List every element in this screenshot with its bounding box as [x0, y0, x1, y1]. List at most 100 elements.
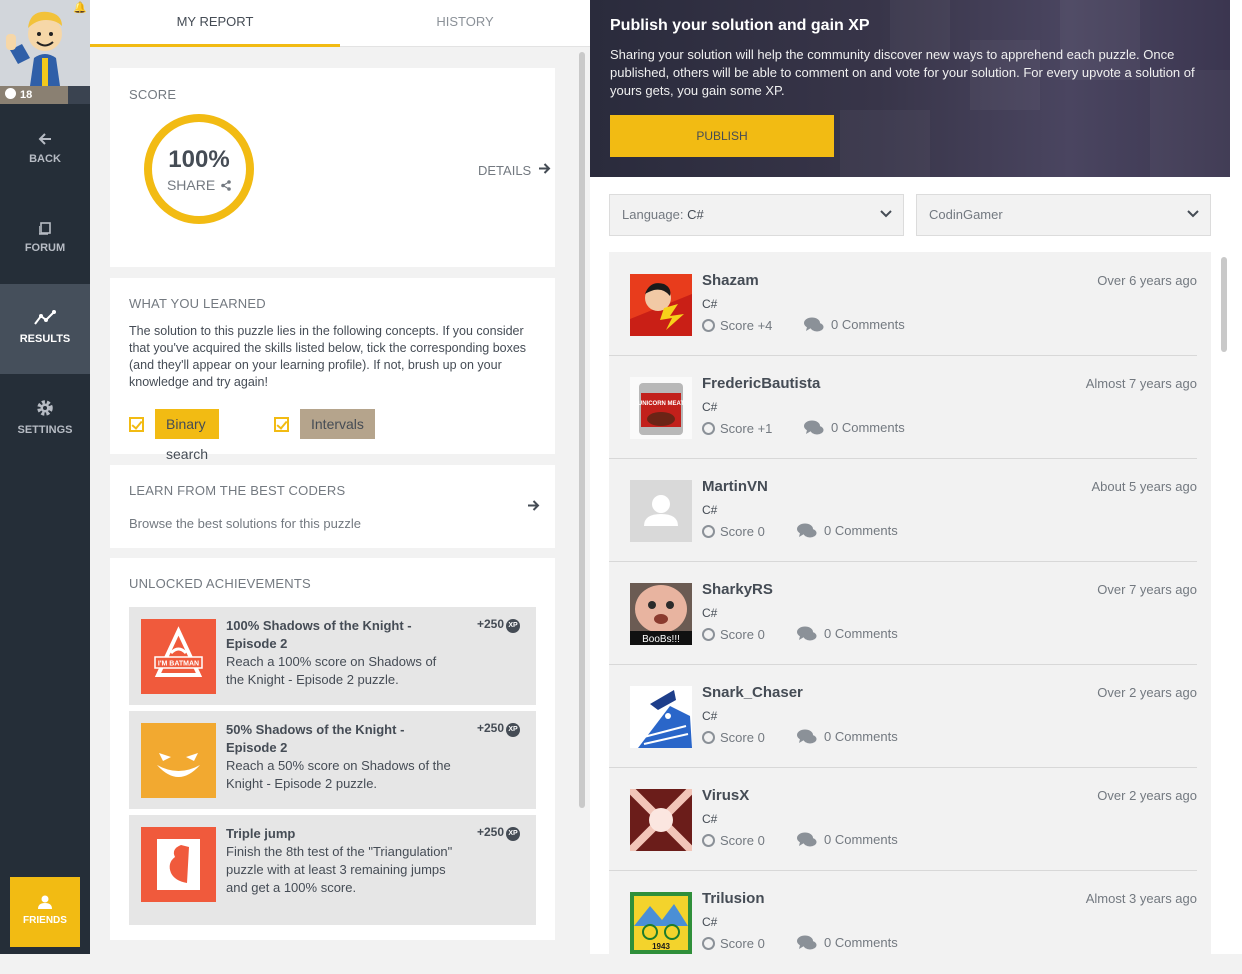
svg-text:BooBs!!!: BooBs!!! [642, 634, 680, 645]
report-panel: MY REPORT HISTORY SCORE 100% SHARE DETAI… [90, 0, 590, 954]
nav-forum[interactable]: FORUM [0, 204, 90, 294]
solution-date: Over 2 years ago [1097, 788, 1197, 803]
score-title: SCORE [129, 87, 177, 102]
learn-best-subtitle: Browse the best solutions for this puzzl… [129, 516, 361, 531]
publish-button[interactable]: PUBLISH [610, 115, 834, 157]
solution-row[interactable]: BooBs!!! SharkyRS C# Score 0 0 Comments … [609, 562, 1197, 665]
comments-icon [804, 420, 824, 435]
svg-text:I'M BATMAN: I'M BATMAN [158, 661, 199, 668]
solution-row[interactable]: VirusX C# Score 0 0 Comments Over 2 year… [609, 768, 1197, 871]
publish-title: Publish your solution and gain XP [610, 17, 870, 34]
score-icon [702, 422, 715, 435]
bicycle-day-avatar[interactable]: 1943 [630, 892, 692, 954]
solutions-panel: Publish your solution and gain XP Sharin… [590, 0, 1242, 974]
details-link[interactable]: DETAILS [478, 163, 531, 178]
level-icon [5, 88, 16, 99]
shazam-avatar[interactable] [630, 274, 692, 336]
achievement-description: Finish the 8th test of the "Triangulatio… [226, 844, 453, 895]
arrow-right-icon[interactable] [538, 162, 551, 175]
learned-title: WHAT YOU LEARNED [129, 296, 266, 311]
chevron-down-icon [880, 210, 892, 218]
xp-icon: XP [506, 619, 521, 633]
solution-row[interactable]: 1943 Trilusion C# Score 0 0 Comments Alm… [609, 871, 1197, 974]
achievement-title: 50% Shadows of the Knight - Episode 2 [226, 722, 405, 755]
solutions-scrollbar[interactable] [1221, 257, 1227, 352]
learn-best-card[interactable]: LEARN FROM THE BEST CODERS Browse the be… [110, 465, 555, 548]
nav-settings[interactable]: SETTINGS [0, 374, 90, 464]
score-icon [702, 731, 715, 744]
nav-back[interactable]: BACK [0, 114, 90, 204]
arrow-right-icon[interactable] [527, 499, 540, 512]
language-select[interactable]: Language: C# [609, 194, 904, 236]
achievement-item: 50% Shadows of the Knight - Episode 2 Re… [129, 711, 536, 809]
solution-author[interactable]: VirusX [702, 787, 749, 804]
default-user-avatar[interactable] [630, 480, 692, 542]
achievement-xp: +250 XP [477, 617, 521, 633]
chart-icon [34, 310, 56, 325]
concept-checkbox[interactable] [274, 417, 289, 432]
gear-icon [37, 400, 53, 416]
achievement-xp: +250 XP [477, 721, 521, 737]
achievement-description: Reach a 100% score on Shadows of the Kni… [226, 654, 437, 687]
share-button[interactable]: SHARE [152, 177, 246, 193]
xp-icon: XP [506, 827, 521, 841]
notification-bell-icon[interactable]: 🔔 [73, 1, 87, 14]
solution-row[interactable]: MartinVN C# Score 0 0 Comments About 5 y… [609, 459, 1197, 562]
share-icon [221, 180, 231, 191]
sidebar: 🔔 18 BACK FORUM RESULTS SETTINGS FRIENDS [0, 0, 90, 954]
solution-comments[interactable]: 0 Comments [804, 317, 905, 333]
triple-jump-achievement-icon [141, 827, 216, 902]
author-select[interactable]: CodinGamer [916, 194, 1211, 236]
concept-tag[interactable]: Intervals [300, 409, 375, 439]
solution-score: Score 0 [702, 524, 765, 539]
chevron-down-icon [1187, 210, 1199, 218]
solution-comments[interactable]: 0 Comments [797, 935, 898, 951]
solution-comments[interactable]: 0 Comments [797, 523, 898, 539]
solution-date: Almost 3 years ago [1085, 891, 1197, 906]
solution-author[interactable]: Trilusion [702, 890, 765, 907]
solution-comments[interactable]: 0 Comments [797, 626, 898, 642]
xp-icon: XP [506, 723, 521, 737]
solution-score: Score +1 [702, 421, 772, 436]
report-scrollbar[interactable] [579, 52, 585, 808]
solution-row[interactable]: UNICORN MEAT FredericBautista C# Score +… [609, 356, 1197, 459]
concept-checkbox[interactable] [129, 417, 144, 432]
comments-icon [804, 317, 824, 332]
score-ring: 100% SHARE [144, 114, 254, 224]
solution-author[interactable]: Snark_Chaser [702, 684, 803, 701]
solution-author[interactable]: SharkyRS [702, 581, 773, 598]
achievement-item: I'M BATMAN 100% Shadows of the Knight - … [129, 607, 536, 705]
score-value: 100% [168, 146, 230, 173]
solution-comments[interactable]: 0 Comments [797, 729, 898, 745]
solution-author[interactable]: MartinVN [702, 478, 768, 495]
svg-text:1943: 1943 [652, 942, 670, 951]
unicorn-meat-avatar[interactable]: UNICORN MEAT [630, 377, 692, 439]
virus-avatar[interactable] [630, 789, 692, 851]
comments-icon [797, 626, 817, 641]
learned-description: The solution to this puzzle lies in the … [129, 324, 527, 389]
solution-row[interactable]: Snark_Chaser C# Score 0 0 Comments Over … [609, 665, 1197, 768]
friends-button[interactable]: FRIENDS [10, 877, 80, 947]
solution-comments[interactable]: 0 Comments [804, 420, 905, 436]
solution-language: C# [702, 503, 718, 517]
nav-results[interactable]: RESULTS [0, 284, 90, 374]
concept-tag[interactable]: Binary search [155, 409, 220, 462]
learned-card: WHAT YOU LEARNED The solution to this pu… [110, 278, 555, 462]
snark-avatar[interactable] [630, 686, 692, 748]
solution-date: Almost 7 years ago [1085, 376, 1197, 391]
solution-date: Over 2 years ago [1097, 685, 1197, 700]
solution-row[interactable]: Shazam C# Score +4 0 Comments Over 6 yea… [609, 253, 1197, 356]
user-avatar[interactable]: 🔔 [0, 0, 90, 86]
achievement-xp: +250 XP [477, 825, 521, 841]
solution-author[interactable]: Shazam [702, 272, 759, 289]
baby-avatar[interactable]: BooBs!!! [630, 583, 692, 645]
score-icon [702, 834, 715, 847]
solution-author[interactable]: FredericBautista [702, 375, 820, 392]
solution-language: C# [702, 400, 718, 414]
tab-history[interactable]: HISTORY [340, 0, 590, 47]
score-card: SCORE 100% SHARE DETAILS [110, 68, 555, 267]
solution-score: Score 0 [702, 627, 765, 642]
solution-language: C# [702, 297, 718, 311]
solution-comments[interactable]: 0 Comments [797, 832, 898, 848]
tab-my-report[interactable]: MY REPORT [90, 0, 340, 47]
